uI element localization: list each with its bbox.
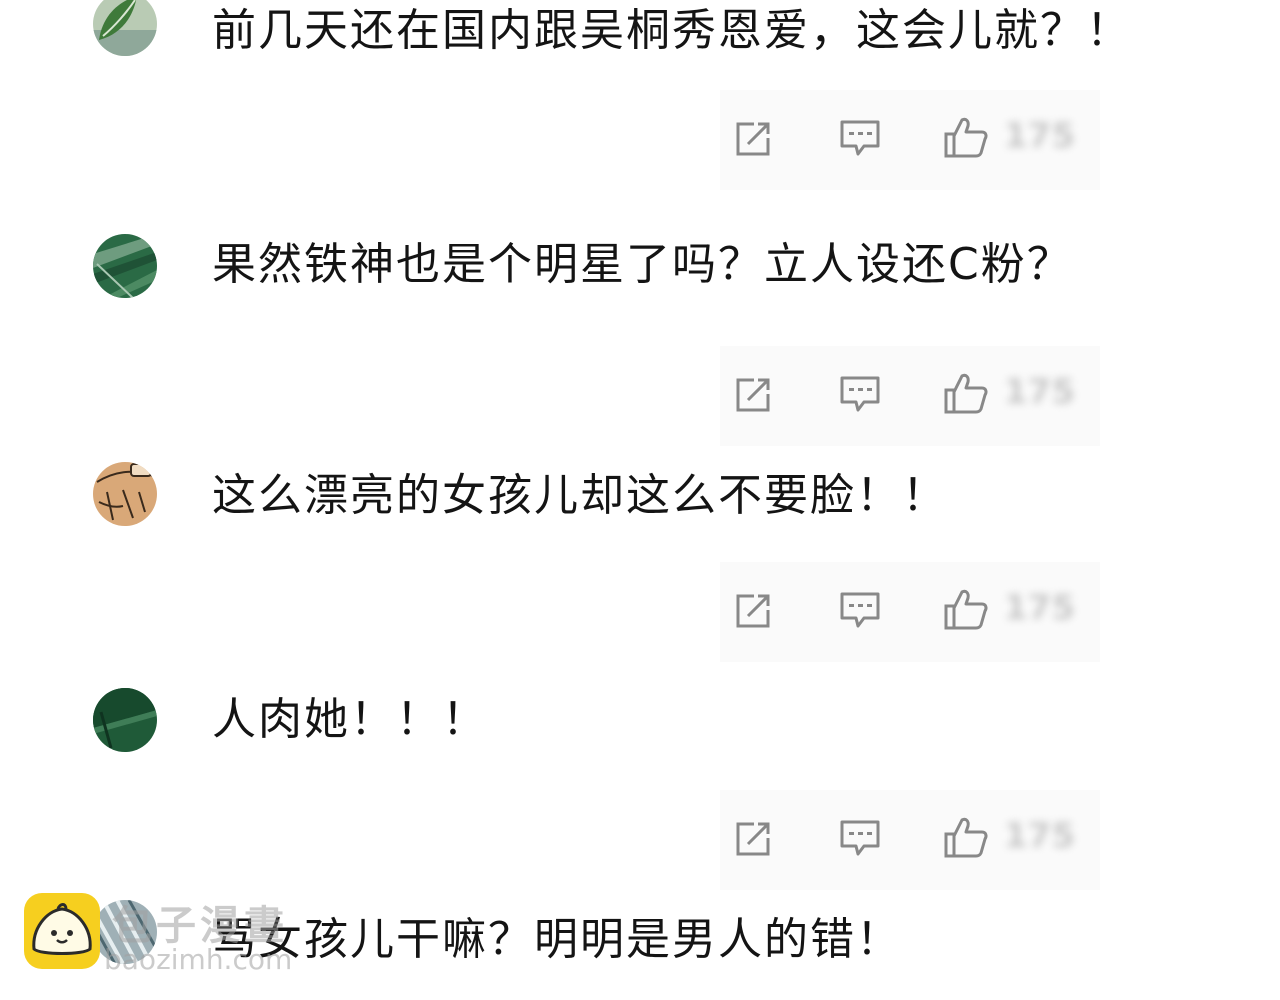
like-button[interactable] bbox=[940, 368, 992, 420]
leaf-avatar-icon bbox=[93, 0, 157, 56]
reply-button[interactable] bbox=[834, 812, 886, 864]
share-icon bbox=[736, 378, 770, 412]
like-button[interactable] bbox=[940, 812, 992, 864]
watermark-url: baozimh.com bbox=[104, 943, 293, 976]
sketch-avatar-icon bbox=[93, 462, 157, 526]
comment-text: 前几天还在国内跟吴桐秀恩爱，这会儿就？！ bbox=[212, 5, 1132, 56]
like-count: 175 bbox=[1004, 116, 1075, 156]
comment-actions: 175 bbox=[720, 790, 1100, 890]
reply-button[interactable] bbox=[834, 368, 886, 420]
comment-text: 这么漂亮的女孩儿却这么不要脸！！ bbox=[212, 470, 948, 521]
like-count: 175 bbox=[1004, 372, 1075, 412]
comment-icon bbox=[840, 376, 880, 412]
like-button[interactable] bbox=[940, 112, 992, 164]
user-avatar[interactable] bbox=[93, 688, 157, 752]
reply-button[interactable] bbox=[834, 112, 886, 164]
like-count: 175 bbox=[1004, 588, 1075, 628]
comment-icon bbox=[840, 120, 880, 156]
reply-button[interactable] bbox=[834, 584, 886, 636]
green-stripes-avatar-icon bbox=[93, 234, 157, 298]
comment-text: 果然铁神也是个明星了吗？立人设还C粉？ bbox=[212, 239, 1073, 290]
share-button[interactable] bbox=[728, 112, 780, 164]
thumbs-up-icon bbox=[944, 373, 988, 414]
user-avatar[interactable] bbox=[93, 0, 157, 56]
share-icon bbox=[736, 122, 770, 156]
bun-mascot-icon bbox=[32, 903, 92, 955]
comment-icon bbox=[840, 592, 880, 628]
comment-text: 人肉她！！！ bbox=[212, 694, 488, 745]
thumbs-up-icon bbox=[944, 589, 988, 630]
comment-icon bbox=[840, 820, 880, 856]
thumbs-up-icon bbox=[944, 817, 988, 858]
comment-actions: 175 bbox=[720, 90, 1100, 190]
share-button[interactable] bbox=[728, 368, 780, 420]
share-icon bbox=[736, 594, 770, 628]
site-watermark: 包子漫畫 baozimh.com bbox=[24, 893, 324, 983]
user-avatar[interactable] bbox=[93, 462, 157, 526]
user-avatar[interactable] bbox=[93, 234, 157, 298]
share-icon bbox=[736, 822, 770, 856]
comment-actions: 175 bbox=[720, 562, 1100, 662]
comment-actions: 175 bbox=[720, 346, 1100, 446]
dark-green-avatar-icon bbox=[93, 688, 157, 752]
watermark-logo bbox=[24, 893, 100, 969]
like-count: 175 bbox=[1004, 816, 1075, 856]
share-button[interactable] bbox=[728, 584, 780, 636]
share-button[interactable] bbox=[728, 812, 780, 864]
like-button[interactable] bbox=[940, 584, 992, 636]
thumbs-up-icon bbox=[944, 117, 988, 158]
